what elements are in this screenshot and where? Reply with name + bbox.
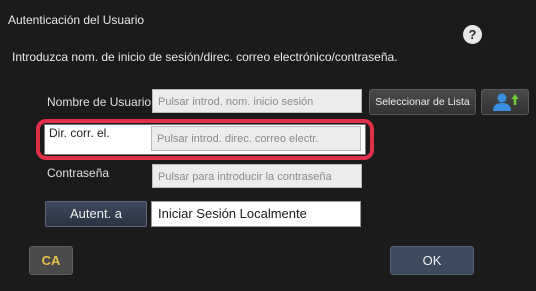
- ok-button[interactable]: OK: [390, 246, 474, 275]
- auth-target-value: Iniciar Sesión Localmente: [151, 201, 361, 227]
- user-select-icon: [493, 93, 519, 111]
- auth-target-button[interactable]: Autent. a: [45, 201, 147, 227]
- select-from-list-button[interactable]: Seleccionar de Lista: [369, 89, 476, 115]
- username-label: Nombre de Usuario: [47, 95, 152, 109]
- password-label: Contraseña: [47, 166, 110, 180]
- password-field[interactable]: Pulsar para introducir la contraseña: [152, 164, 362, 188]
- username-field[interactable]: Pulsar introd. nom. inicio sesión: [152, 89, 362, 113]
- address-book-button[interactable]: [481, 89, 529, 115]
- help-icon[interactable]: ?: [463, 25, 482, 44]
- dialog-title: Autenticación del Usuario: [8, 13, 145, 27]
- highlight-frame: [36, 119, 374, 160]
- instruction-text: Introduzca nom. de inicio de sesión/dire…: [12, 50, 398, 64]
- auth-dialog: Autenticación del Usuario ? Introduzca n…: [0, 0, 536, 291]
- clear-all-button[interactable]: CA: [29, 246, 73, 275]
